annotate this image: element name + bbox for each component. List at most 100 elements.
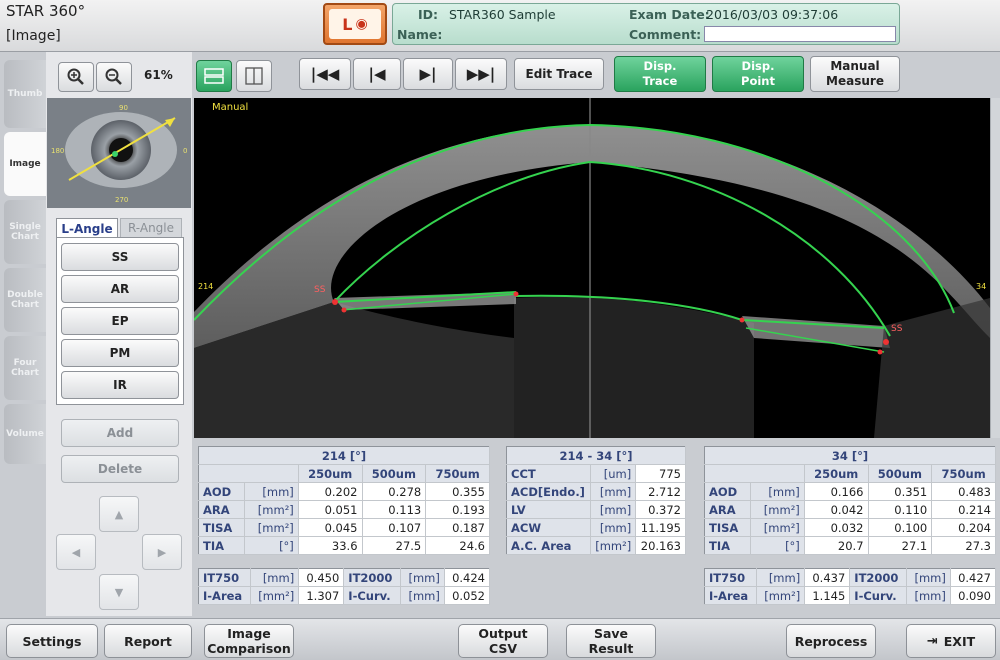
- left-col-header: 750um: [425, 464, 490, 483]
- manual-measure-button[interactable]: Manual Measure: [810, 56, 900, 92]
- report-button[interactable]: Report: [104, 624, 192, 658]
- delete-button[interactable]: Delete: [61, 455, 179, 483]
- table-row: CCT [um] 775: [506, 464, 686, 483]
- right-col-header: 500um: [868, 464, 933, 483]
- table-row: TISA [mm²] 0.045 0.107 0.187: [198, 518, 490, 537]
- row-unit: [mm]: [400, 586, 445, 605]
- zoom-in-icon: [67, 68, 84, 85]
- output-csv-button[interactable]: Output CSV: [458, 624, 548, 658]
- thumb-label-right: 0: [183, 147, 187, 155]
- cell-value: 0.450: [298, 568, 345, 587]
- ep-button[interactable]: EP: [61, 307, 179, 335]
- disp-point-button[interactable]: Disp. Point: [712, 56, 804, 92]
- row-unit: [mm]: [906, 586, 951, 605]
- id-value: STAR360 Sample: [449, 7, 556, 22]
- skip-start-icon: |◀◀: [310, 65, 340, 83]
- disp-trace-button[interactable]: Disp. Trace: [614, 56, 706, 92]
- tab-volume[interactable]: Volume: [4, 404, 46, 464]
- image-scrollbar[interactable]: [990, 98, 1000, 438]
- cell-value: 27.3: [931, 536, 996, 555]
- next-frame-button[interactable]: ▶|: [403, 58, 453, 90]
- row-label: I-Curv.: [343, 586, 402, 605]
- row-label: IT750: [704, 568, 757, 587]
- eye-mode-button[interactable]: L ◉: [323, 3, 387, 45]
- comment-input[interactable]: [704, 26, 896, 42]
- cell-value: 0.351: [868, 482, 933, 501]
- anterior-thumbnail[interactable]: 90 270 180 0: [47, 98, 191, 208]
- row-unit: [mm²]: [750, 500, 805, 519]
- ir-button[interactable]: IR: [61, 371, 179, 399]
- layout-split-button[interactable]: [236, 60, 272, 92]
- settings-button[interactable]: Settings: [6, 624, 98, 658]
- arrow-down-icon: ▼: [114, 585, 124, 599]
- tab-r-angle[interactable]: R-Angle: [120, 218, 182, 238]
- row-unit: [mm²]: [250, 586, 300, 605]
- id-label: ID:: [418, 7, 439, 22]
- save-result-line1: Save: [593, 626, 629, 641]
- ar-button[interactable]: AR: [61, 275, 179, 303]
- table-row: IT750 [mm] 0.450 IT2000 [mm] 0.424: [198, 568, 491, 587]
- row-label: IT750: [198, 568, 251, 587]
- row-unit: [mm]: [750, 482, 805, 501]
- arrow-right-icon: ▶: [157, 545, 167, 559]
- row-label: CCT: [506, 464, 591, 483]
- skip-end-icon: ▶▶|: [466, 65, 496, 83]
- zoom-out-button[interactable]: [96, 62, 132, 92]
- pm-button[interactable]: PM: [61, 339, 179, 367]
- zoom-in-button[interactable]: [58, 62, 94, 92]
- reprocess-button[interactable]: Reprocess: [786, 624, 876, 658]
- exit-button[interactable]: ⇥ EXIT: [906, 624, 996, 658]
- row-unit: [mm²]: [756, 586, 806, 605]
- move-right-button[interactable]: ▶: [142, 534, 182, 570]
- cell-value: 27.5: [362, 536, 427, 555]
- cell-value: 20.163: [635, 536, 686, 555]
- tab-single-chart[interactable]: Single Chart: [4, 200, 46, 264]
- tab-thumb[interactable]: Thumb: [4, 60, 46, 128]
- add-button[interactable]: Add: [61, 419, 179, 447]
- row-unit: [mm]: [400, 568, 445, 587]
- table-row: TISA [mm²] 0.032 0.100 0.204: [704, 518, 996, 537]
- cell-value: 0.355: [425, 482, 490, 501]
- cell-value: 0.187: [425, 518, 490, 537]
- cell-value: 0.110: [868, 500, 933, 519]
- row-unit: [mm]: [590, 482, 637, 501]
- move-left-button[interactable]: ◀: [56, 534, 96, 570]
- row-unit: [mm²]: [750, 518, 805, 537]
- layout-single-button[interactable]: [196, 60, 232, 92]
- cell-value: 0.107: [362, 518, 427, 537]
- prev-frame-button[interactable]: |◀: [353, 58, 401, 90]
- oct-scan-image[interactable]: Manual 214 34 SS SS: [194, 98, 990, 438]
- scleral-spur-right-label: SS: [891, 324, 903, 334]
- row-label: TISA: [704, 518, 751, 537]
- arrow-left-icon: ◀: [71, 545, 81, 559]
- first-frame-button[interactable]: |◀◀: [299, 58, 351, 90]
- move-down-button[interactable]: ▼: [99, 574, 139, 610]
- cell-value: 0.032: [804, 518, 869, 537]
- header-bar: STAR 360° [Image] L ◉ ID: STAR360 Sample…: [0, 0, 1000, 52]
- disp-trace-line1: Disp.: [643, 59, 677, 73]
- ss-button[interactable]: SS: [61, 243, 179, 271]
- tab-four-chart[interactable]: Four Chart: [4, 336, 46, 400]
- row-label: IT2000: [343, 568, 402, 587]
- tab-l-angle[interactable]: L-Angle: [56, 218, 118, 238]
- edit-trace-button[interactable]: Edit Trace: [514, 58, 604, 90]
- cell-value: 0.090: [950, 586, 997, 605]
- last-frame-button[interactable]: ▶▶|: [455, 58, 507, 90]
- image-comparison-button[interactable]: Image Comparison: [204, 624, 294, 658]
- tab-image[interactable]: Image: [4, 132, 46, 196]
- save-result-button[interactable]: Save Result: [566, 624, 656, 658]
- manual-measure-line1: Manual: [830, 59, 880, 73]
- layout-rows-icon: [204, 68, 224, 84]
- move-up-button[interactable]: ▲: [99, 496, 139, 532]
- exit-label: EXIT: [943, 633, 976, 649]
- right-table-title: 34 [°]: [704, 446, 996, 465]
- cell-value: 0.042: [804, 500, 869, 519]
- row-label: A.C. Area: [506, 536, 591, 555]
- left-angle-table: 214 [°] 250um 500um 750um AOD [mm] 0.202…: [198, 446, 490, 555]
- left-table-title: 214 [°]: [198, 446, 490, 465]
- oct-scan-graphic: Manual 214 34 SS SS: [194, 98, 990, 438]
- cell-value: 0.166: [804, 482, 869, 501]
- table-row: ARA [mm²] 0.042 0.110 0.214: [704, 500, 996, 519]
- patient-info-panel: ID: STAR360 Sample Exam Date: 2016/03/03…: [392, 3, 900, 45]
- tab-double-chart[interactable]: Double Chart: [4, 268, 46, 332]
